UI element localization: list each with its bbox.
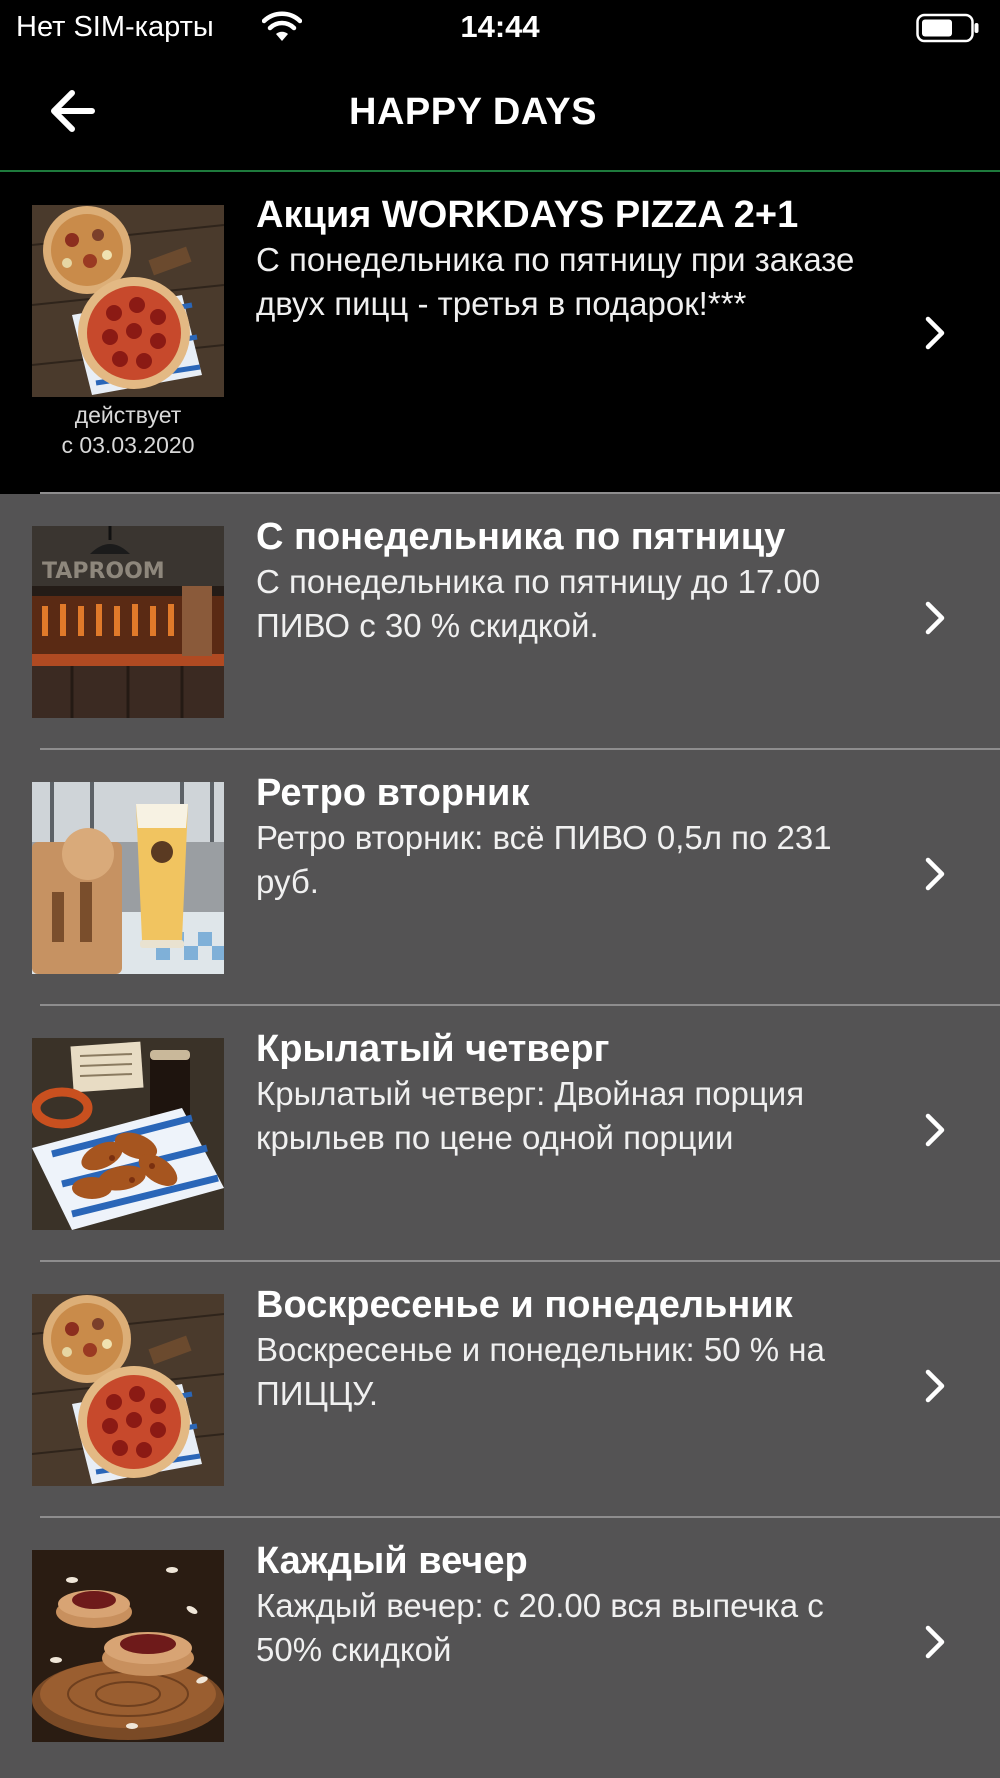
promo-list: действует с 03.03.2020 Акция WORKDAYS PI…: [0, 172, 1000, 1774]
page-title: HAPPY DAYS: [349, 91, 597, 133]
promo-image: [32, 205, 224, 397]
chevron-right-icon: [925, 857, 945, 891]
promo-row-workdays-pizza[interactable]: действует с 03.03.2020 Акция WORKDAYS PI…: [0, 172, 1000, 494]
promo-image: [32, 1294, 224, 1486]
clock: 14:44: [460, 9, 540, 44]
promo-row-weekday-beer[interactable]: TAPROOM С понедельника по пятницу С поне…: [0, 494, 1000, 750]
promo-row-every-evening[interactable]: Каждый вечер Каждый вечер: с 20.00 вся в…: [0, 1518, 1000, 1774]
promo-description: Крылатый четверг: Двойная порция крыльев…: [256, 1075, 805, 1156]
promo-title: Акция WORKDAYS PIZZA 2+1: [256, 194, 799, 236]
promo-row-wing-thursday[interactable]: Крылатый четверг Крылатый четверг: Двойн…: [0, 1006, 1000, 1262]
chevron-right-icon: [925, 1369, 945, 1403]
promo-image: [32, 1550, 224, 1742]
validity-label: действует: [74, 402, 182, 428]
validity-date: с 03.03.2020: [61, 432, 195, 458]
validity-text: действует с 03.03.2020: [32, 400, 224, 460]
chevron-right-icon: [925, 601, 945, 635]
status-bar: Нет SIM-карты 14:44: [0, 0, 1000, 55]
promo-title: Воскресенье и понедельник: [256, 1284, 793, 1326]
promo-image: TAPROOM: [32, 526, 224, 718]
promo-title: Каждый вечер: [256, 1540, 528, 1582]
chevron-right-icon: [925, 1113, 945, 1147]
promo-title: С понедельника по пятницу: [256, 516, 786, 558]
promo-description: С понедельника по пятницу при заказе дву…: [256, 241, 855, 322]
promo-description: Каждый вечер: с 20.00 вся выпечка с 50% …: [256, 1587, 824, 1668]
promo-title: Ретро вторник: [256, 772, 530, 814]
promo-row-sunday-monday-pizza[interactable]: Воскресенье и понедельник Воскресенье и …: [0, 1262, 1000, 1518]
promo-description: Воскресенье и понедельник: 50 % на ПИЦЦУ…: [256, 1331, 825, 1412]
promo-description: С понедельника по пятницу до 17.00 ПИВО …: [256, 563, 821, 644]
chevron-right-icon: [925, 1625, 945, 1659]
svg-text:TAPROOM: TAPROOM: [42, 559, 165, 584]
promo-image: [32, 1038, 224, 1230]
promo-description: Ретро вторник: всё ПИВО 0,5л по 231 руб.: [256, 819, 832, 900]
battery-icon: [916, 13, 979, 43]
promo-image: [32, 782, 224, 974]
promo-row-retro-tuesday[interactable]: Ретро вторник Ретро вторник: всё ПИВО 0,…: [0, 750, 1000, 1006]
chevron-right-icon: [925, 316, 945, 350]
navigation-bar: HAPPY DAYS: [0, 55, 1000, 172]
promo-title: Крылатый четверг: [256, 1028, 610, 1070]
